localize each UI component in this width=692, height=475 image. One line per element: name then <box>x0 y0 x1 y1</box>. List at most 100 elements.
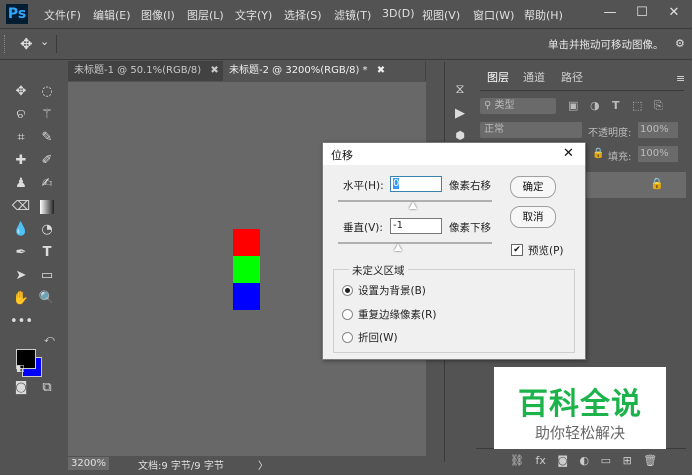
menu-image[interactable]: 图像(I) <box>141 7 175 23</box>
fill-field[interactable]: 100% <box>638 146 678 162</box>
pen-icon[interactable]: ✒ <box>10 243 32 263</box>
doc-size: 文档:9 字节/9 字节 <box>138 461 224 472</box>
lock-icon[interactable]: 🔒 <box>592 148 604 159</box>
red-pixel <box>233 229 260 256</box>
filter-kind-select[interactable]: ⚲ 类型 <box>480 98 556 114</box>
tab-layers[interactable]: 图层 <box>482 68 514 89</box>
status-arrow-icon[interactable]: 〉 <box>258 457 268 472</box>
ellipse-marquee-icon[interactable]: ◌ <box>36 82 58 102</box>
preview-checkbox[interactable]: ✔ <box>511 244 523 256</box>
blue-pixel <box>233 283 260 310</box>
healing-brush-icon[interactable]: ✚ <box>10 151 32 171</box>
opacity-field[interactable]: 100% <box>638 122 678 138</box>
tab-untitled-2[interactable]: 未标题-2 @ 3200%(RGB/8) * ✖ <box>223 61 425 81</box>
horizontal-label: 水平(H): <box>343 180 384 192</box>
vertical-input[interactable]: -1 <box>390 218 442 234</box>
menu-edit[interactable]: 编辑(E) <box>93 7 131 23</box>
quick-mask-icon[interactable]: ◙ <box>10 378 32 398</box>
filter-smart-icon[interactable]: ⎘ <box>654 99 663 113</box>
menu-view[interactable]: 视图(V) <box>422 7 460 23</box>
menu-window[interactable]: 窗口(W) <box>473 7 514 23</box>
swap-colors-icon[interactable]: ⤺ <box>44 334 55 345</box>
menu-help[interactable]: 帮助(H) <box>524 7 563 23</box>
eyedropper-icon[interactable]: ✎ <box>36 128 58 148</box>
link-icon[interactable]: ⛓ <box>510 454 524 467</box>
zoom-icon[interactable]: 🔍 <box>36 289 58 309</box>
tab-label: 未标题-2 @ 3200%(RGB/8) * <box>229 65 368 76</box>
bar-grip <box>4 35 8 53</box>
menu-type[interactable]: 文字(Y) <box>235 7 272 23</box>
tab-paths[interactable]: 路径 <box>556 68 588 88</box>
menu-file[interactable]: 文件(F) <box>44 7 81 23</box>
rectangle-icon[interactable]: ▭ <box>36 266 58 286</box>
watermark-logo: 百科全说 助你轻松解决 <box>494 367 666 449</box>
gear-icon[interactable]: ⚙ <box>675 37 685 50</box>
divider <box>56 35 57 53</box>
lasso-icon[interactable]: ଚ <box>10 105 32 125</box>
layer-actions: ⛓ fx ◙ ◐ ▭ ⊞ 🗑 <box>510 454 657 467</box>
dodge-icon[interactable]: ◔ <box>36 220 58 240</box>
vertical-slider-thumb[interactable] <box>394 244 402 251</box>
blur-icon[interactable]: 💧 <box>10 220 32 240</box>
folder-icon[interactable]: ▭ <box>601 454 611 467</box>
blend-mode-select[interactable]: 正常 <box>480 122 582 138</box>
menu-filter[interactable]: 滤镜(T) <box>334 7 371 23</box>
brush-icon[interactable]: ✐ <box>36 151 58 171</box>
actions-play-icon[interactable]: ▶ <box>449 104 471 124</box>
minimize-button[interactable]: — <box>600 3 620 23</box>
tab-channels[interactable]: 通道 <box>518 68 550 88</box>
horizontal-input[interactable]: 0 <box>390 176 442 192</box>
new-layer-icon[interactable]: ⊞ <box>623 454 632 467</box>
option-wrap-around: 折回(W) <box>358 332 398 344</box>
adjustment-icon[interactable]: ◐ <box>580 454 590 467</box>
chevron-down-icon[interactable]: ⌄ <box>40 35 49 48</box>
move-tool-icon[interactable]: ✥ <box>10 82 32 102</box>
radio-set-background[interactable] <box>342 285 353 296</box>
mask-icon[interactable]: ◙ <box>557 454 568 467</box>
filter-adjust-icon[interactable]: ◑ <box>590 99 600 112</box>
move-tool-icon[interactable]: ✥ <box>20 35 33 53</box>
hand-icon[interactable]: ✋ <box>10 289 32 309</box>
fx-icon[interactable]: fx <box>535 454 545 467</box>
more-tools-icon[interactable]: ••• <box>10 312 33 332</box>
search-icon: ⚲ <box>484 100 495 111</box>
history-icon[interactable]: ⧖ <box>449 80 471 100</box>
vertical-slider-track[interactable] <box>338 242 492 244</box>
maximize-button[interactable]: ☐ <box>632 3 652 23</box>
menu-select[interactable]: 选择(S) <box>284 7 322 23</box>
horizontal-slider-thumb[interactable] <box>409 202 417 209</box>
history-brush-icon[interactable]: ✍ <box>36 174 58 194</box>
close-icon[interactable]: ✖ <box>377 65 385 76</box>
cancel-button[interactable]: 取消 <box>510 206 556 228</box>
close-icon[interactable]: ✕ <box>563 146 574 161</box>
hint-text: 单击并拖动可移动图像。 <box>548 39 664 51</box>
close-icon[interactable]: ✖ <box>210 65 218 76</box>
path-select-icon[interactable]: ➤ <box>10 266 32 286</box>
clone-stamp-icon[interactable]: ♟ <box>10 174 32 194</box>
default-colors-icon[interactable]: ◧ <box>16 364 25 374</box>
option-set-background: 设置为背景(B) <box>358 285 426 297</box>
panel-menu-icon[interactable]: ≡ <box>676 72 685 85</box>
zoom-field[interactable]: 3200% <box>68 457 109 470</box>
horizontal-value: 0 <box>393 178 400 189</box>
tab-untitled-1[interactable]: 未标题-1 @ 50.1%(RGB/8) ✖ <box>68 61 223 81</box>
toolbox: ✥ ◌ ଚ ⚚ ⌗ ✎ ✚ ✐ ♟ ✍ ⌫ 💧 ◔ ✒ T ➤ ▭ ✋ 🔍 ••… <box>6 62 64 462</box>
filter-shape-icon[interactable]: ⬚ <box>632 99 642 112</box>
magic-wand-icon[interactable]: ⚚ <box>36 105 58 125</box>
menu-layer[interactable]: 图层(L) <box>187 7 224 23</box>
close-window-button[interactable]: ✕ <box>664 3 684 23</box>
type-icon[interactable]: T <box>36 243 58 263</box>
radio-wrap-around[interactable] <box>342 332 353 343</box>
ok-button[interactable]: 确定 <box>510 176 556 198</box>
trash-icon[interactable]: 🗑 <box>643 454 657 467</box>
filter-image-icon[interactable]: ▣ <box>568 99 578 112</box>
horizontal-unit: 像素右移 <box>449 180 491 192</box>
gradient-icon[interactable] <box>40 200 54 214</box>
filter-type-icon[interactable]: T <box>612 99 620 112</box>
eraser-icon[interactable]: ⌫ <box>10 197 32 217</box>
radio-repeat-edge[interactable] <box>342 309 353 320</box>
status-bar: 3200% 文档:9 字节/9 字节 〉 <box>68 456 426 472</box>
menu-3d[interactable]: 3D(D) <box>382 7 415 20</box>
screen-mode-icon[interactable]: ⧉ <box>36 378 58 398</box>
crop-icon[interactable]: ⌗ <box>10 128 32 148</box>
